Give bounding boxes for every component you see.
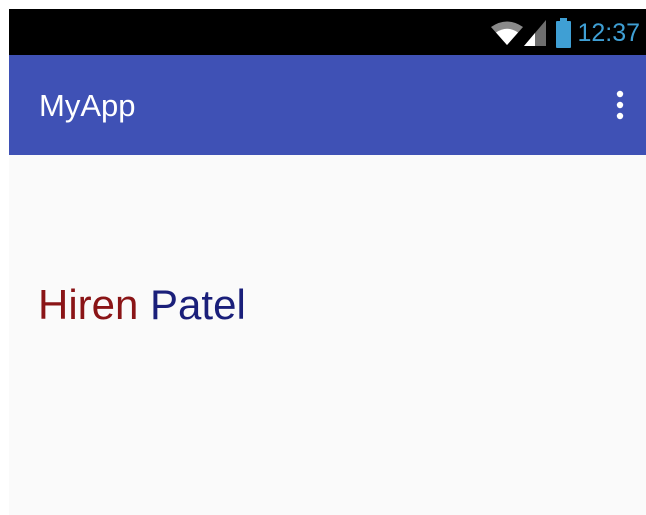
battery-icon <box>556 18 572 48</box>
status-icons: 12:37 <box>491 18 640 48</box>
app-title: MyApp <box>39 88 136 123</box>
app-bar: MyApp <box>9 55 646 155</box>
main-content: Hiren Patel <box>9 155 646 515</box>
first-name-text: Hiren <box>38 281 139 328</box>
status-bar: 12:37 <box>9 9 646 55</box>
signal-icon <box>524 20 547 46</box>
more-vert-icon <box>616 90 624 125</box>
phone-screen: 12:37 MyApp Hiren Patel <box>9 9 646 515</box>
status-clock: 12:37 <box>577 19 640 47</box>
name-text: Hiren Patel <box>38 281 246 329</box>
overflow-menu-button[interactable] <box>608 87 632 127</box>
wifi-icon <box>491 20 524 46</box>
last-name-text: Patel <box>150 281 246 328</box>
